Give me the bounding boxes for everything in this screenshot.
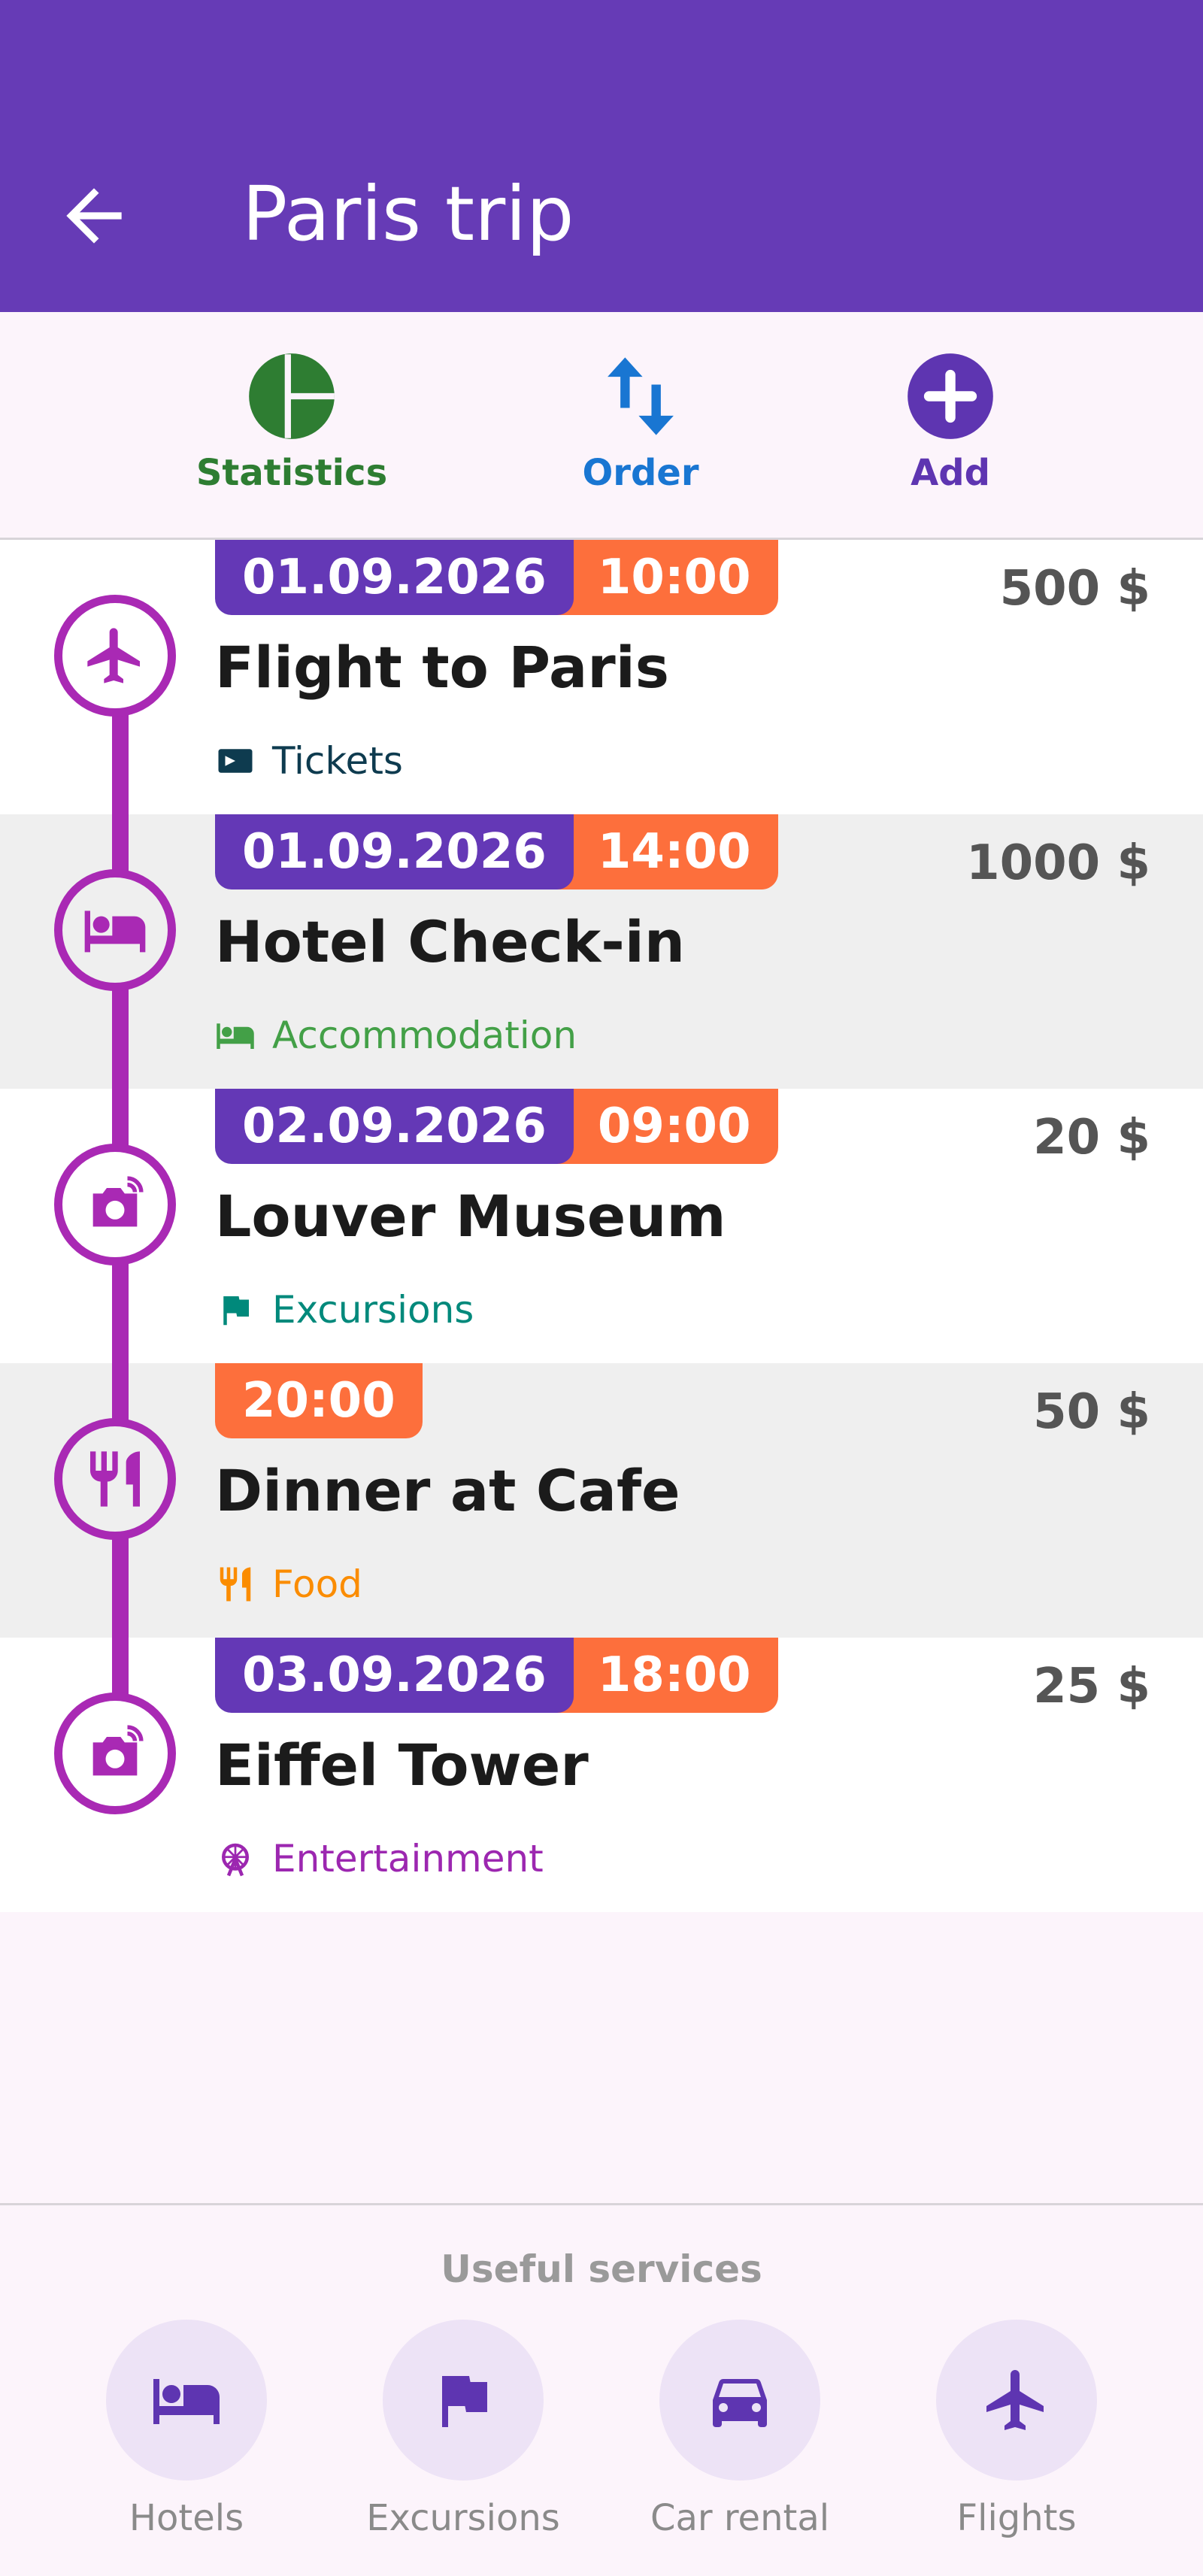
bed-icon (84, 911, 146, 953)
event-title: Hotel Check-in (215, 908, 685, 975)
event-node (54, 595, 176, 717)
event-title: Eiffel Tower (215, 1732, 589, 1799)
service-icon-circle (936, 2320, 1097, 2481)
flag-icon (223, 1296, 249, 1326)
category-label: Food (272, 1562, 362, 1606)
date-time-badges: 03.09.2026 18:00 (215, 1638, 778, 1713)
statistics-button[interactable]: Statistics (164, 350, 420, 496)
timeline-list: 01.09.2026 10:00 500 $ Flight to Paris T… (0, 540, 1203, 1912)
list-item[interactable]: 01.09.2026 14:00 1000 $ Hotel Check-in A… (0, 814, 1203, 1089)
event-amount: 1000 $ (966, 835, 1150, 891)
ferris-wheel-icon (222, 1843, 249, 1877)
action-toolbar: Statistics Order Add (0, 312, 1203, 540)
bed-icon (153, 2379, 220, 2424)
airplane-icon (986, 2370, 1044, 2430)
ticket-icon (218, 749, 253, 773)
event-title: Dinner at Cafe (215, 1457, 680, 1524)
event-title: Louver Museum (215, 1183, 726, 1250)
bed-icon (217, 1023, 254, 1049)
time-badge: 09:00 (553, 1089, 778, 1164)
event-amount: 25 $ (1033, 1659, 1150, 1714)
useful-services-title: Useful services (441, 2247, 762, 2291)
date-badge: 02.09.2026 (215, 1089, 574, 1164)
add-circle-icon (908, 353, 993, 439)
order-button[interactable]: Order (513, 350, 768, 496)
app-bar: Paris trip (0, 0, 1203, 312)
arrow-back-icon (66, 188, 122, 244)
restaurant-icon (220, 1567, 251, 1602)
back-button[interactable] (53, 174, 135, 257)
service-icon-circle (106, 2320, 267, 2481)
list-item[interactable]: 01.09.2026 10:00 500 $ Flight to Paris T… (0, 540, 1203, 814)
flag-icon (442, 2376, 487, 2427)
list-item[interactable]: 20:00 50 $ Dinner at Cafe Food (0, 1363, 1203, 1638)
service-label: Car rental (650, 2497, 830, 2539)
page-title: Paris trip (242, 170, 574, 258)
event-category: Excursions (215, 1286, 474, 1334)
service-flights[interactable]: Flights (904, 2320, 1129, 2542)
date-badge: 01.09.2026 (215, 814, 574, 889)
camera-icon (92, 1725, 144, 1776)
event-node (54, 869, 176, 991)
event-node (54, 1418, 176, 1540)
add-button[interactable]: Add (823, 350, 1078, 496)
camera-icon (92, 1176, 144, 1227)
timeline-segment (112, 713, 129, 814)
service-hotels[interactable]: Hotels (74, 2320, 299, 2542)
service-label: Flights (956, 2497, 1077, 2539)
event-title: Flight to Paris (215, 634, 670, 701)
event-amount: 50 $ (1033, 1384, 1150, 1440)
event-category: Entertainment (215, 1835, 544, 1883)
event-category: Food (215, 1560, 362, 1608)
airplane-icon (87, 628, 140, 683)
category-label: Entertainment (272, 1837, 544, 1880)
service-label: Excursions (366, 2497, 560, 2539)
pie-chart-icon (249, 353, 335, 439)
time-badge: 14:00 (553, 814, 778, 889)
event-amount: 500 $ (999, 561, 1150, 617)
event-amount: 20 $ (1033, 1110, 1150, 1165)
service-icon-circle (659, 2320, 820, 2481)
restaurant-icon (90, 1451, 140, 1507)
car-icon (713, 2379, 767, 2427)
service-icon-circle (383, 2320, 544, 2481)
event-category: Tickets (215, 737, 403, 785)
date-time-badges: 01.09.2026 14:00 (215, 814, 778, 889)
useful-services-panel: Useful services Hotels Excursions Car re… (0, 2203, 1203, 2576)
time-badge: 18:00 (553, 1638, 778, 1713)
date-badge: 03.09.2026 (215, 1638, 574, 1713)
order-label: Order (582, 452, 699, 494)
event-node (54, 1144, 176, 1265)
event-category: Accommodation (215, 1011, 577, 1059)
service-car-rental[interactable]: Car rental (627, 2320, 853, 2542)
category-label: Excursions (272, 1288, 474, 1332)
date-time-badges: 02.09.2026 09:00 (215, 1089, 778, 1164)
add-label: Add (911, 452, 990, 494)
date-badge: 01.09.2026 (215, 540, 574, 615)
time-badge: 20:00 (215, 1363, 423, 1438)
service-label: Hotels (129, 2497, 244, 2539)
time-badges: 20:00 (215, 1363, 423, 1438)
category-label: Accommodation (272, 1014, 577, 1057)
time-badge: 10:00 (553, 540, 778, 615)
service-excursions[interactable]: Excursions (350, 2320, 576, 2542)
event-node (54, 1693, 176, 1814)
category-label: Tickets (272, 739, 403, 783)
swap-vertical-icon (608, 357, 674, 435)
statistics-label: Statistics (195, 452, 388, 494)
date-time-badges: 01.09.2026 10:00 (215, 540, 778, 615)
list-item[interactable]: 03.09.2026 18:00 25 $ Eiffel Tower Enter… (0, 1638, 1203, 1912)
list-item[interactable]: 02.09.2026 09:00 20 $ Louver Museum Excu… (0, 1089, 1203, 1363)
